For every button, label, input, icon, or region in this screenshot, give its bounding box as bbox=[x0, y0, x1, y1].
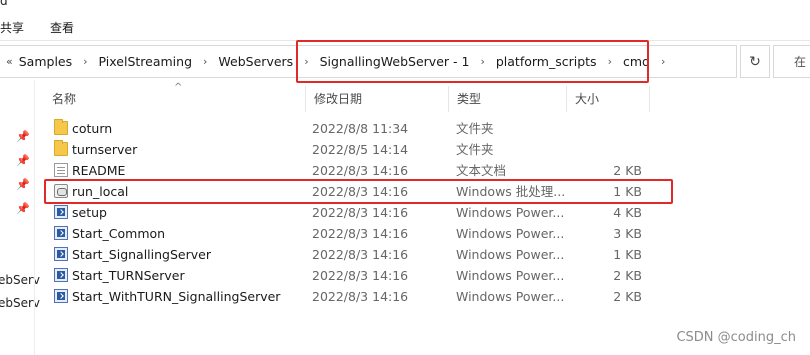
powershell-file-icon bbox=[54, 289, 68, 303]
folder-icon bbox=[54, 119, 68, 135]
file-size: 1 KB bbox=[613, 184, 642, 199]
file-type: Windows Power... bbox=[456, 268, 565, 283]
file-type: Windows Power... bbox=[456, 247, 565, 262]
tab-share[interactable]: 共享 bbox=[0, 18, 24, 38]
powershell-file-icon bbox=[54, 247, 68, 261]
file-row[interactable]: Start_TURNServer 2022/8/3 14:16 Windows … bbox=[44, 265, 656, 286]
file-name: Start_WithTURN_SignallingServer bbox=[72, 289, 281, 304]
watermark: CSDN @coding_ch bbox=[676, 330, 796, 345]
file-row[interactable]: Start_Common 2022/8/3 14:16 Windows Powe… bbox=[44, 223, 656, 244]
navigation-pane: 📌 📌 📌 📌 ebServ ebServ bbox=[0, 80, 40, 355]
file-row[interactable]: run_local 2022/8/3 14:16 Windows 批处理... … bbox=[44, 181, 656, 202]
chevron-right-icon[interactable]: › bbox=[203, 55, 207, 68]
file-name: coturn bbox=[72, 121, 113, 136]
address-bar[interactable]: « Samples › PixelStreaming › WebServers … bbox=[0, 45, 737, 78]
file-date: 2022/8/3 14:16 bbox=[312, 268, 409, 283]
chevron-right-icon[interactable]: › bbox=[83, 55, 87, 68]
file-date: 2022/8/3 14:16 bbox=[312, 205, 409, 220]
file-size: 3 KB bbox=[613, 226, 642, 241]
file-date: 2022/8/3 14:16 bbox=[312, 184, 409, 199]
text-file-icon bbox=[54, 163, 68, 177]
file-date: 2022/8/3 14:16 bbox=[312, 289, 409, 304]
search-label: 在 bbox=[794, 55, 807, 69]
file-name: Start_SignallingServer bbox=[72, 247, 211, 262]
breadcrumb-webservers[interactable]: WebServers bbox=[218, 54, 293, 69]
batch-file-icon bbox=[54, 184, 68, 198]
column-header-size[interactable]: 大小 bbox=[567, 86, 650, 112]
file-size: 1 KB bbox=[613, 247, 642, 262]
chevron-right-icon[interactable]: › bbox=[608, 55, 612, 68]
file-size: 2 KB bbox=[613, 163, 642, 178]
column-header-name[interactable]: 名称 bbox=[44, 86, 306, 112]
file-type: 文本文档 bbox=[456, 163, 507, 178]
window-title-stub: d bbox=[0, 0, 8, 8]
powershell-file-icon bbox=[54, 226, 68, 240]
file-row[interactable]: README 2022/8/3 14:16 文本文档 2 KB bbox=[44, 160, 656, 181]
file-date: 2022/8/3 14:16 bbox=[312, 247, 409, 262]
file-name: run_local bbox=[72, 184, 129, 199]
file-type: Windows 批处理... bbox=[456, 184, 566, 199]
powershell-file-icon bbox=[54, 205, 68, 219]
pin-icon[interactable]: 📌 bbox=[16, 154, 30, 167]
pin-icon[interactable]: 📌 bbox=[16, 178, 30, 191]
file-type: Windows Power... bbox=[456, 289, 565, 304]
pane-divider[interactable] bbox=[34, 80, 35, 355]
file-row[interactable]: coturn 2022/8/8 11:34 文件夹 bbox=[44, 118, 656, 139]
pin-icon[interactable]: 📌 bbox=[16, 202, 30, 215]
file-date: 2022/8/8 11:34 bbox=[312, 121, 409, 136]
pin-icon[interactable]: 📌 bbox=[16, 130, 30, 143]
file-type: 文件夹 bbox=[456, 142, 494, 157]
file-date: 2022/8/5 14:14 bbox=[312, 142, 409, 157]
breadcrumb-platform-scripts[interactable]: platform_scripts bbox=[496, 54, 597, 69]
file-size: 2 KB bbox=[613, 268, 642, 283]
refresh-button[interactable]: ↻ bbox=[740, 45, 770, 78]
breadcrumb-pixelstreaming[interactable]: PixelStreaming bbox=[99, 54, 192, 69]
column-header-date[interactable]: 修改日期 bbox=[306, 86, 449, 112]
chevron-right-icon[interactable]: › bbox=[304, 55, 308, 68]
file-type: Windows Power... bbox=[456, 226, 565, 241]
powershell-file-icon bbox=[54, 268, 68, 282]
file-name: Start_Common bbox=[72, 226, 166, 241]
file-name: Start_TURNServer bbox=[72, 268, 185, 283]
file-name: turnserver bbox=[72, 142, 138, 157]
ribbon-divider bbox=[0, 40, 810, 41]
file-type: Windows Power... bbox=[456, 205, 565, 220]
ribbon-tabs: 共享 查看 bbox=[0, 18, 100, 38]
refresh-icon: ↻ bbox=[749, 53, 761, 70]
file-row[interactable]: turnserver 2022/8/5 14:14 文件夹 bbox=[44, 139, 656, 160]
overflow-chevrons-icon[interactable]: « bbox=[6, 55, 13, 68]
file-row[interactable]: Start_SignallingServer 2022/8/3 14:16 Wi… bbox=[44, 244, 656, 265]
chevron-right-icon[interactable]: › bbox=[480, 55, 484, 68]
breadcrumb-samples[interactable]: Samples bbox=[19, 54, 72, 69]
tab-view[interactable]: 查看 bbox=[50, 18, 74, 38]
chevron-right-icon[interactable]: › bbox=[661, 55, 665, 68]
file-size: 4 KB bbox=[613, 205, 642, 220]
breadcrumb-cmd[interactable]: cmd bbox=[623, 54, 650, 69]
file-date: 2022/8/3 14:16 bbox=[312, 226, 409, 241]
file-row[interactable]: Start_WithTURN_SignallingServer 2022/8/3… bbox=[44, 286, 656, 307]
file-date: 2022/8/3 14:16 bbox=[312, 163, 409, 178]
column-header-type[interactable]: 类型 bbox=[449, 86, 567, 112]
search-input[interactable]: 在 bbox=[773, 45, 810, 78]
breadcrumb-signallingwebserver[interactable]: SignallingWebServer - 1 bbox=[320, 54, 470, 69]
file-row[interactable]: setup 2022/8/3 14:16 Windows Power... 4 … bbox=[44, 202, 656, 223]
file-type: 文件夹 bbox=[456, 121, 494, 136]
folder-icon bbox=[54, 140, 68, 156]
file-name: setup bbox=[72, 205, 107, 220]
file-size: 2 KB bbox=[613, 289, 642, 304]
file-name: README bbox=[72, 163, 126, 178]
